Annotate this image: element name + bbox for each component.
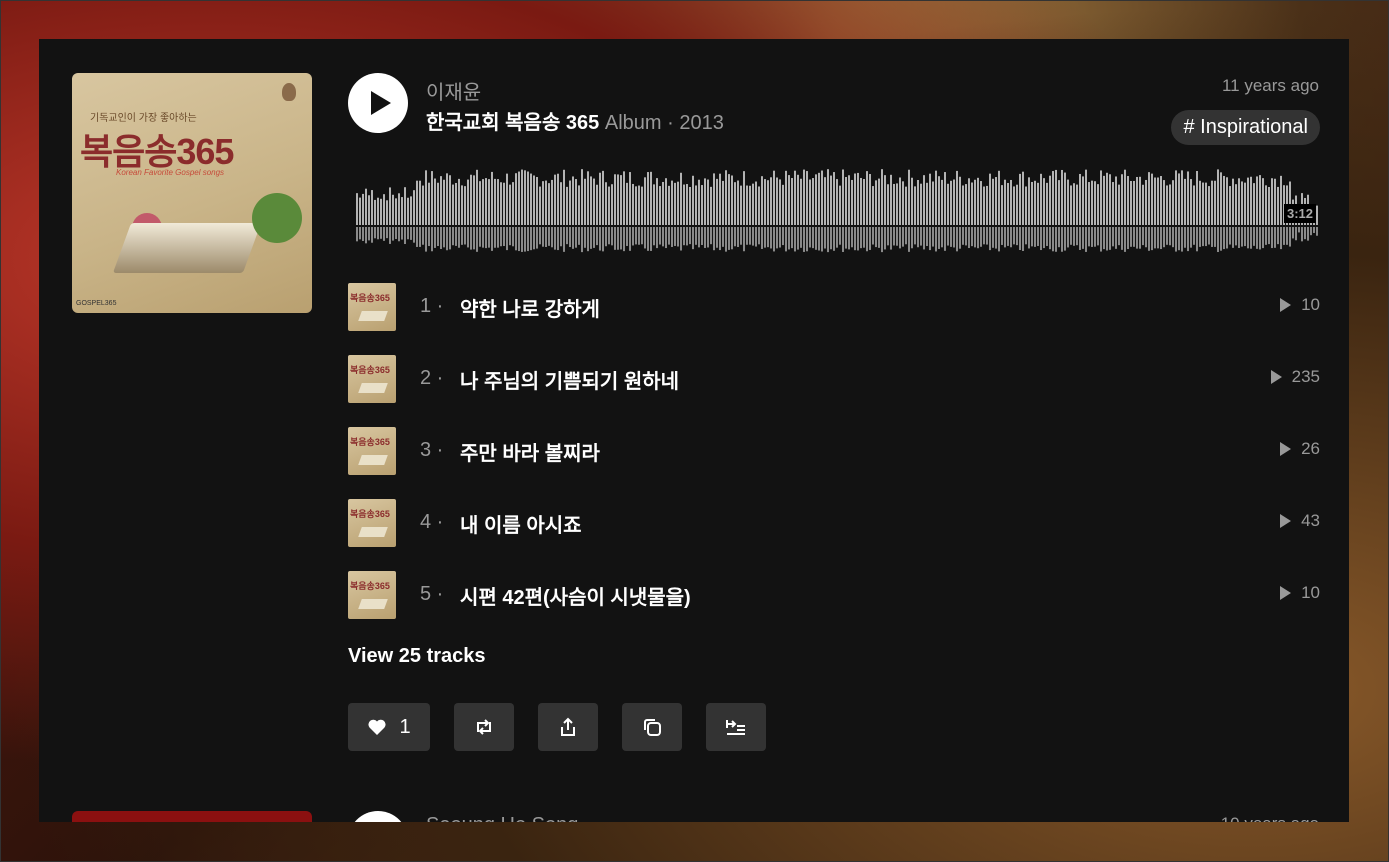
track-number: 4 · xyxy=(420,511,444,533)
add-to-queue-icon xyxy=(726,720,745,735)
playlist-meta: Album · 2013 xyxy=(604,112,724,134)
track-number: 2 · xyxy=(420,367,444,389)
track-play-count: 235 xyxy=(1270,367,1320,387)
posted-time: 11 years ago xyxy=(1221,76,1319,95)
track-thumbnail: 복음송365 xyxy=(348,427,396,475)
artwork-top-text: 기독교인이 가장 좋아하는 xyxy=(90,113,197,124)
artwork-subtitle: Korean Favorite Gospel songs xyxy=(116,168,225,177)
balloon-graphic xyxy=(282,83,296,101)
track-list: 복음송365 1 · 약한 나로 강하게 10 복음송365 2 · 나 주님의… xyxy=(348,283,1320,643)
copy-link-button[interactable] xyxy=(622,703,682,751)
genre-tag[interactable]: # Inspirational xyxy=(1171,110,1320,145)
add-to-queue-button[interactable] xyxy=(706,703,766,751)
book-graphic xyxy=(112,223,262,273)
next-card-play-button[interactable] xyxy=(348,811,408,822)
artwork-logo: GOSPEL365 xyxy=(76,300,117,307)
album-artwork[interactable]: 기독교인이 가장 좋아하는 복음송365 Korean Favorite Gos… xyxy=(72,73,312,313)
track-title[interactable]: 나 주님의 기쁨되기 원하네 xyxy=(460,365,679,394)
artist-name[interactable]: 이재윤 xyxy=(426,76,481,105)
track-title[interactable]: 내 이름 아시죠 xyxy=(460,509,582,538)
heart-icon xyxy=(368,719,386,735)
track-row[interactable]: 복음송365 1 · 약한 나로 강하게 10 xyxy=(348,283,1320,355)
next-card-posted-time: 10 years ago xyxy=(1221,814,1319,822)
track-thumbnail: 복음송365 xyxy=(348,355,396,403)
track-thumbnail: 복음송365 xyxy=(348,499,396,547)
view-all-tracks-link[interactable]: View 25 tracks xyxy=(348,645,486,668)
play-count-icon xyxy=(1270,370,1282,384)
play-icon xyxy=(370,91,391,115)
like-button[interactable]: 1 xyxy=(348,703,430,751)
play-button[interactable] xyxy=(348,73,408,133)
action-bar: 1 xyxy=(348,703,766,751)
copy-link-icon xyxy=(644,719,661,736)
track-title[interactable]: 주만 바라 볼찌라 xyxy=(460,437,600,466)
track-play-count: 10 xyxy=(1280,295,1320,315)
play-count-icon xyxy=(1280,298,1292,312)
track-row[interactable]: 복음송365 5 · 시편 42편(사슴이 시냇물을) 10 xyxy=(348,571,1320,643)
playlist-title-row: 한국교회 복음송 365 Album · 2013 xyxy=(426,106,724,135)
repost-icon xyxy=(477,719,491,735)
track-play-count: 10 xyxy=(1280,583,1320,603)
track-number: 3 · xyxy=(420,439,444,461)
track-play-count: 43 xyxy=(1280,511,1320,531)
track-row[interactable]: 복음송365 4 · 내 이름 아시죠 43 xyxy=(348,499,1320,571)
play-count-icon xyxy=(1280,442,1292,456)
track-row[interactable]: 복음송365 3 · 주만 바라 볼찌라 26 xyxy=(348,427,1320,499)
track-number: 1 · xyxy=(420,295,444,317)
track-thumbnail: 복음송365 xyxy=(348,571,396,619)
track-thumbnail: 복음송365 xyxy=(348,283,396,331)
tree-graphic xyxy=(252,193,302,243)
play-count-icon xyxy=(1280,514,1292,528)
track-title[interactable]: 약한 나로 강하게 xyxy=(460,293,600,322)
share-icon xyxy=(561,717,575,736)
next-card-artist[interactable]: Seoung Ho Song xyxy=(426,814,578,822)
next-card-artwork[interactable] xyxy=(72,811,312,822)
like-count: 1 xyxy=(399,715,411,738)
share-button[interactable] xyxy=(538,703,598,751)
play-count-icon xyxy=(1280,586,1292,600)
duration-badge: 3:12 xyxy=(1284,204,1317,223)
track-number: 5 · xyxy=(420,583,444,605)
track-title[interactable]: 시편 42편(사슴이 시냇물을) xyxy=(460,581,691,610)
waveform[interactable] xyxy=(356,163,1319,253)
repost-button[interactable] xyxy=(454,703,514,751)
track-row[interactable]: 복음송365 2 · 나 주님의 기쁨되기 원하네 235 xyxy=(348,355,1320,427)
waveform-bars xyxy=(356,169,1318,253)
playlist-title[interactable]: 한국교회 복음송 365 xyxy=(426,112,599,134)
playlist-card-panel: 기독교인이 가장 좋아하는 복음송365 Korean Favorite Gos… xyxy=(39,39,1349,822)
track-play-count: 26 xyxy=(1280,439,1320,459)
